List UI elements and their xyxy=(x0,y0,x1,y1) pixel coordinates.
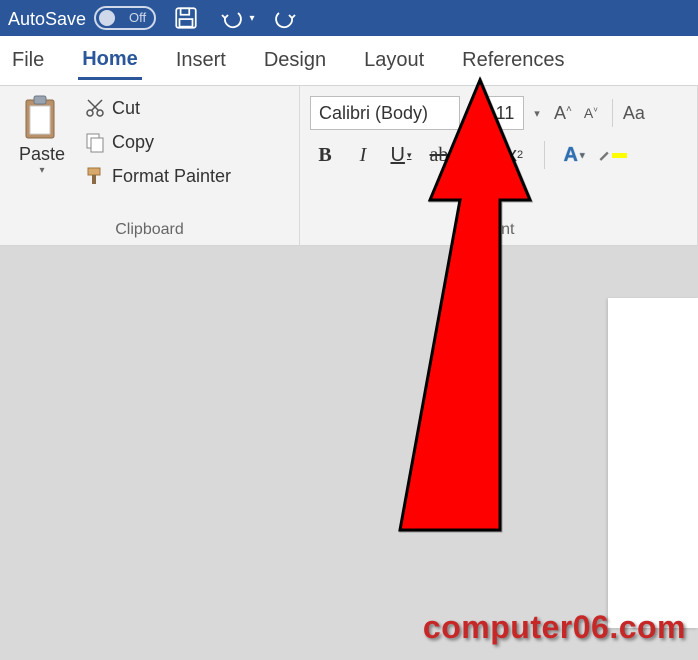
autosave-toggle[interactable]: Off xyxy=(94,6,156,30)
chevron-down-icon[interactable]: ▾ xyxy=(464,96,482,130)
strikethrough-button[interactable]: ab xyxy=(424,140,454,170)
highlight-swatch xyxy=(612,153,627,158)
subscript-button[interactable]: x2 xyxy=(462,140,492,170)
chevron-down-icon[interactable]: ▾ xyxy=(528,96,546,130)
chevron-down-icon: ▾ xyxy=(250,13,255,24)
clipboard-icon xyxy=(20,92,64,142)
undo-button[interactable]: ▾ xyxy=(216,0,256,36)
copy-label: Copy xyxy=(112,132,154,153)
save-button[interactable] xyxy=(166,0,206,36)
tab-file[interactable]: File xyxy=(8,43,48,78)
document-page[interactable] xyxy=(608,298,698,628)
highlighter-icon xyxy=(597,146,612,164)
divider xyxy=(612,99,613,127)
toggle-knob-icon xyxy=(99,10,115,26)
format-painter-label: Format Painter xyxy=(112,166,231,187)
chevron-down-icon: ▾ xyxy=(407,150,412,161)
tab-insert[interactable]: Insert xyxy=(172,43,230,78)
paste-button[interactable]: Paste ▾ xyxy=(10,92,74,192)
autosave-state: Off xyxy=(129,10,146,25)
copy-icon xyxy=(84,131,106,153)
copy-button[interactable]: Copy xyxy=(84,126,231,158)
autosave-label: AutoSave xyxy=(8,7,86,30)
group-font: ▾ ▾ A˄ A˅ Aa B I U▾ ab x2 x2 xyxy=(300,86,698,245)
save-icon xyxy=(173,5,199,31)
grow-font-button[interactable]: A˄ xyxy=(550,103,576,124)
cut-label: Cut xyxy=(112,98,140,119)
divider xyxy=(544,141,545,169)
redo-icon xyxy=(273,7,299,29)
ribbon-tabs: File Home Insert Design Layout Reference… xyxy=(0,36,698,86)
text-effects-button[interactable]: A▾ xyxy=(559,140,589,170)
highlight-button[interactable] xyxy=(597,140,627,170)
group-title-font: Font xyxy=(310,219,687,243)
chevron-down-icon: ▾ xyxy=(580,150,585,161)
paintbrush-icon xyxy=(84,165,106,187)
tab-references[interactable]: References xyxy=(458,43,568,78)
format-painter-button[interactable]: Format Painter xyxy=(84,160,231,192)
tab-design[interactable]: Design xyxy=(260,43,330,78)
bold-button[interactable]: B xyxy=(310,140,340,170)
undo-icon xyxy=(218,7,248,29)
superscript-button[interactable]: x2 xyxy=(500,140,530,170)
tab-home[interactable]: Home xyxy=(78,42,142,80)
scissors-icon xyxy=(84,97,106,119)
font-name-combo[interactable] xyxy=(310,96,460,130)
paste-label: Paste xyxy=(19,144,65,165)
ribbon: Paste ▾ Cut xyxy=(0,86,698,246)
group-clipboard: Paste ▾ Cut xyxy=(0,86,300,245)
chevron-down-icon: ▾ xyxy=(39,165,44,176)
underline-button[interactable]: U▾ xyxy=(386,140,416,170)
title-bar: AutoSave Off ▾ xyxy=(0,0,698,36)
font-size-combo[interactable] xyxy=(486,96,524,130)
italic-button[interactable]: I xyxy=(348,140,378,170)
redo-button[interactable] xyxy=(266,0,306,36)
document-area[interactable] xyxy=(0,246,698,660)
shrink-font-button[interactable]: A˅ xyxy=(580,105,602,121)
group-title-clipboard: Clipboard xyxy=(10,219,289,243)
tab-layout[interactable]: Layout xyxy=(360,43,428,78)
cut-button[interactable]: Cut xyxy=(84,92,231,124)
watermark-text: computer06.com xyxy=(423,609,686,646)
change-case-button[interactable]: Aa xyxy=(623,103,645,124)
